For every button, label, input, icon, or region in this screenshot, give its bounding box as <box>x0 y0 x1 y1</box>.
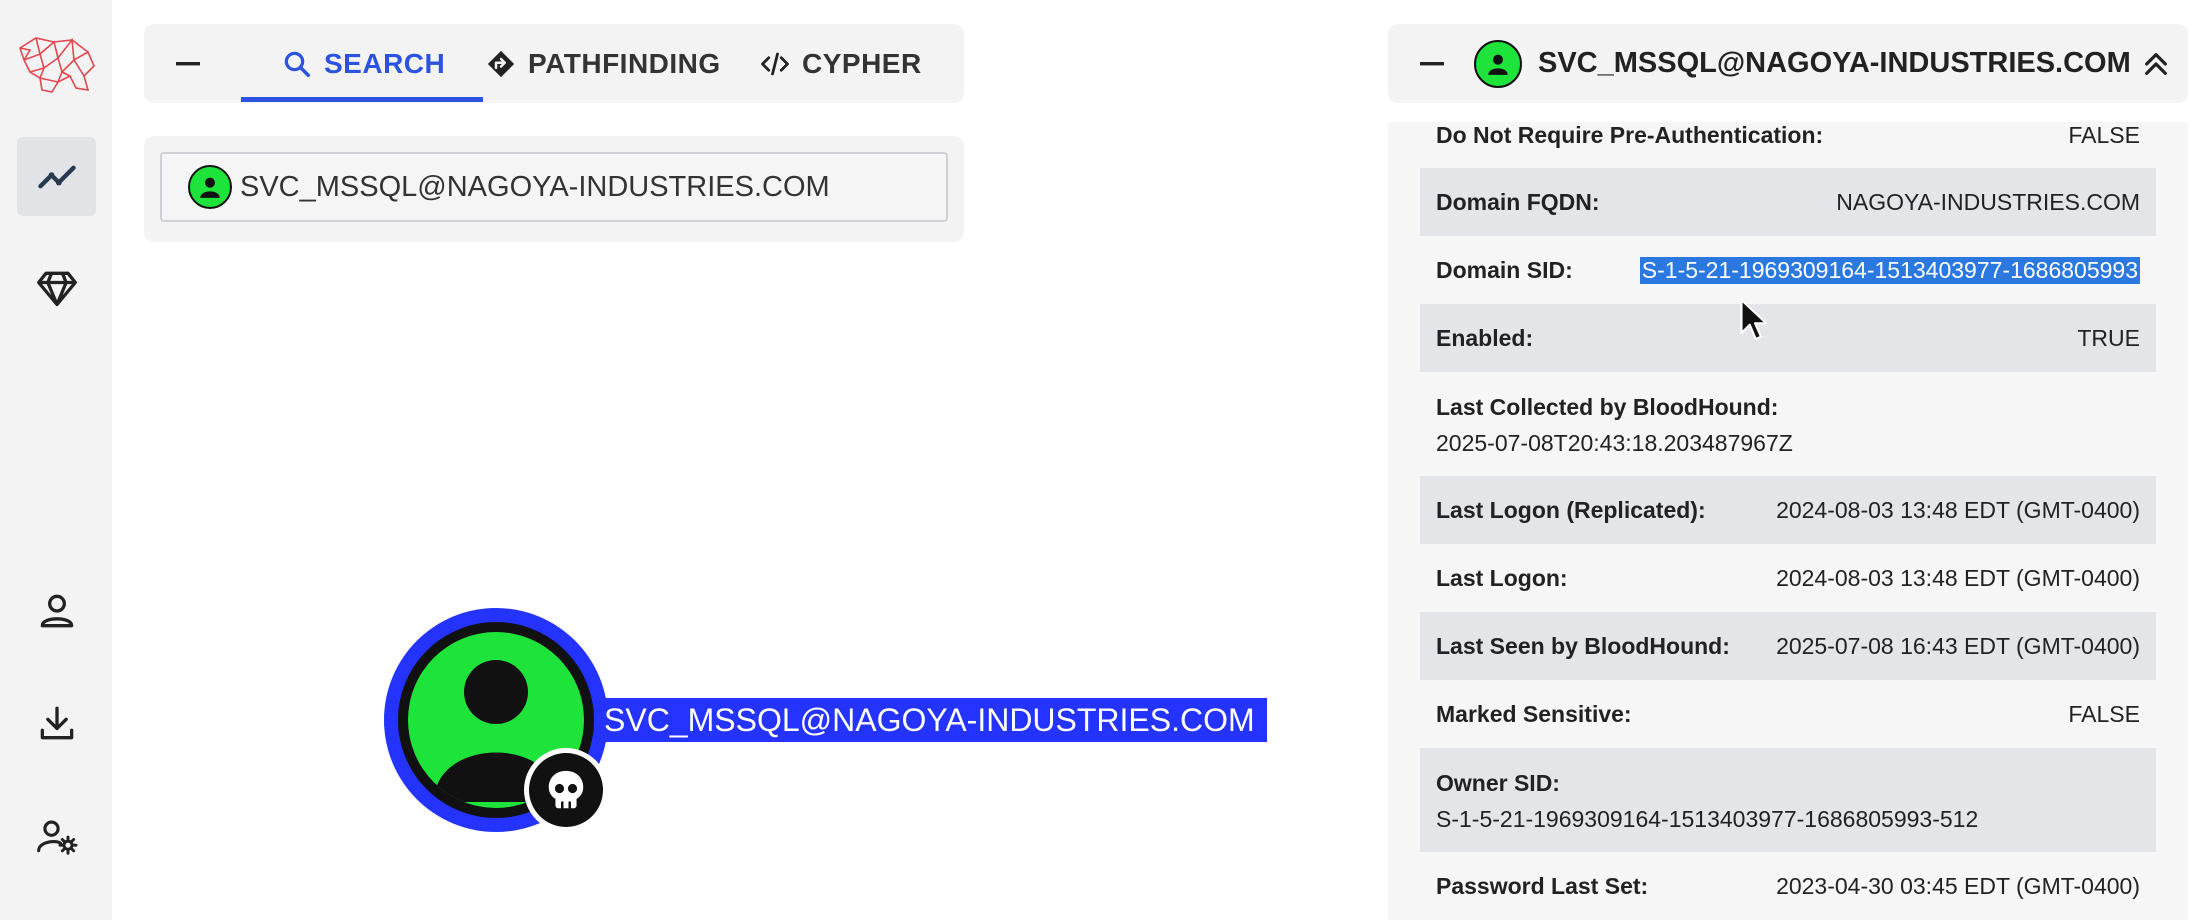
minus-icon <box>1420 62 1444 66</box>
user-gear-icon <box>36 820 78 855</box>
mouse-cursor-icon <box>1740 298 1768 341</box>
owned-skull-badge <box>524 748 608 832</box>
property-row: Last Logon: 2024-08-03 13:48 EDT (GMT-04… <box>1436 565 2140 591</box>
profile-icon <box>40 594 73 627</box>
tab-pathfinding[interactable]: PATHFINDING <box>486 24 721 103</box>
active-tab-indicator <box>241 97 483 102</box>
tab-search[interactable]: SEARCH <box>282 24 445 103</box>
search-input[interactable] <box>238 169 922 205</box>
nav-explore-button[interactable] <box>17 137 96 216</box>
property-row: Enabled: TRUE <box>1420 304 2156 372</box>
bloodhound-logo[interactable] <box>14 30 98 96</box>
property-row: Domain FQDN: NAGOYA-INDUSTRIES.COM <box>1420 168 2156 236</box>
entity-panel-header: SVC_MSSQL@NAGOYA-INDUSTRIES.COM <box>1388 24 2188 103</box>
search-input-card <box>144 136 964 242</box>
nav-profile-button[interactable] <box>17 571 96 650</box>
tab-search-label: SEARCH <box>324 47 446 79</box>
tab-cypher-label: CYPHER <box>802 47 922 79</box>
search-field[interactable] <box>160 152 948 222</box>
tab-pathfinding-label: PATHFINDING <box>528 47 721 79</box>
download-icon <box>40 706 73 739</box>
user-node-icon <box>188 165 232 209</box>
property-row: Do Not Require Pre-Authentication: FALSE <box>1436 122 2140 148</box>
nav-group-management-button[interactable] <box>17 248 96 327</box>
property-row: Password Last Set: 2023-04-30 03:45 EDT … <box>1436 873 2140 899</box>
nav-rail <box>0 0 112 920</box>
nav-administration-button[interactable] <box>17 796 96 875</box>
search-tabs-card: SEARCH PATHFINDING CYPHER <box>144 24 964 103</box>
tab-cypher[interactable]: CYPHER <box>760 24 922 103</box>
minus-icon <box>176 62 200 66</box>
search-icon <box>284 51 310 77</box>
user-node-icon <box>1474 40 1522 88</box>
property-row: Last Logon (Replicated): 2024-08-03 13:4… <box>1420 476 2156 544</box>
property-row: Owner SID: S-1-5-21-1969309164-151340397… <box>1420 748 2156 852</box>
double-chevron-up-icon[interactable] <box>2140 48 2172 80</box>
entity-properties: Do Not Require Pre-Authentication: FALSE… <box>1388 122 2188 920</box>
property-row: Last Seen by BloodHound: 2025-07-08 16:4… <box>1420 612 2156 680</box>
selected-text[interactable]: S-1-5-21-1969309164-1513403977-168680599… <box>1639 257 2140 284</box>
graph-node-label[interactable]: SVC_MSSQL@NAGOYA-INDUSTRIES.COM <box>602 698 1267 742</box>
skull-icon <box>548 770 584 809</box>
explore-icon <box>37 165 76 188</box>
entity-title: SVC_MSSQL@NAGOYA-INDUSTRIES.COM <box>1538 47 2131 79</box>
property-row: Marked Sensitive: FALSE <box>1436 701 2140 727</box>
property-row: Domain SID: S-1-5-21-1969309164-15134039… <box>1436 257 2140 284</box>
collapse-search-button[interactable] <box>174 50 202 78</box>
code-icon <box>761 52 789 75</box>
gem-icon <box>36 271 77 306</box>
diamond-direction-icon <box>487 50 515 77</box>
collapse-panel-button[interactable] <box>1418 50 1446 78</box>
nav-download-button[interactable] <box>17 683 96 762</box>
property-row: Last Collected by BloodHound: 2025-07-08… <box>1436 394 1793 456</box>
